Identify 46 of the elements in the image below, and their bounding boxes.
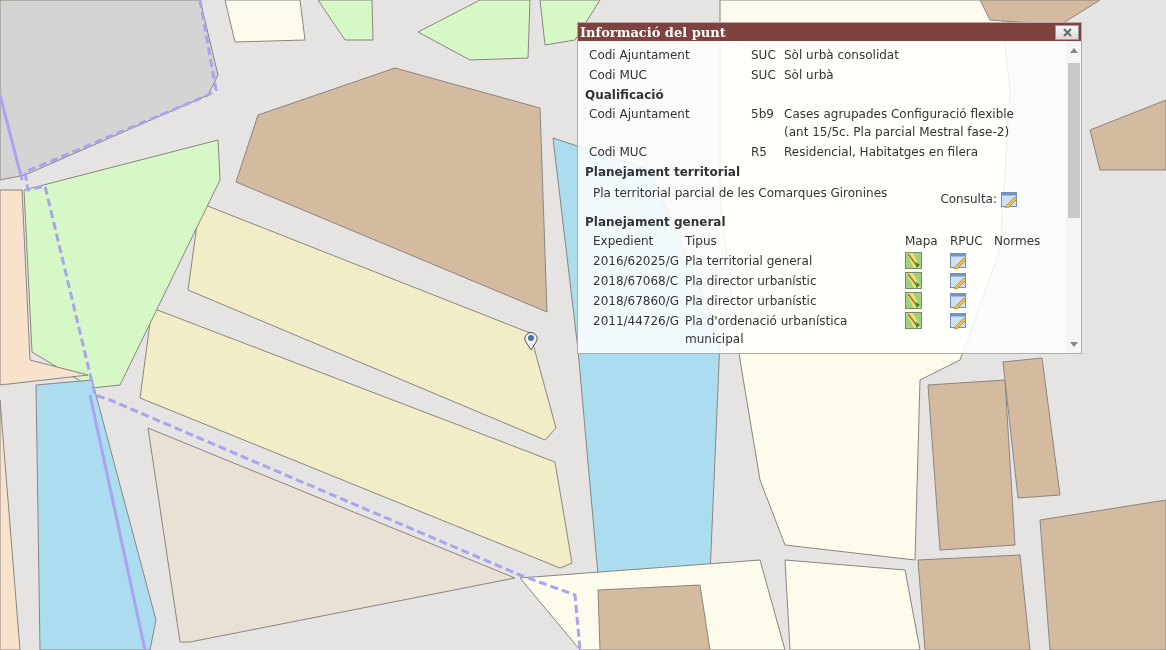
table-cell-text: 2011/44726/G [593, 313, 681, 330]
column-header: Mapa [905, 233, 939, 250]
table-cell-text: Pla d'ordenació urbanística municipal [685, 313, 849, 348]
field-code: SUC [751, 67, 777, 84]
document-edit-icon[interactable] [950, 292, 967, 309]
field-label: Codi MUC [589, 67, 648, 84]
section-heading: Planejament general [585, 214, 727, 231]
map-icon[interactable] [905, 272, 922, 289]
document-edit-icon[interactable] [950, 252, 967, 269]
table-cell-text: Pla director urbanístic [685, 293, 818, 310]
map-icon[interactable] [905, 252, 922, 269]
field-description: Sòl urbà consolidat [784, 47, 900, 64]
map-icon[interactable] [905, 312, 922, 329]
field-label: Codi Ajuntament [589, 106, 691, 123]
field-code: SUC [751, 47, 777, 64]
field-label: Codi Ajuntament [589, 47, 691, 64]
table-cell-text: 2018/67860/G [593, 293, 681, 310]
scroll-down-icon[interactable] [1069, 342, 1078, 347]
field-code: 5b9 [751, 106, 775, 123]
column-header: RPUC [950, 233, 984, 250]
table-cell-text: Pla director urbanístic [685, 273, 818, 290]
close-button[interactable] [1055, 24, 1079, 40]
document-edit-icon[interactable] [950, 272, 967, 289]
scrollbar[interactable] [1066, 41, 1081, 353]
plan-name: Pla territorial parcial de les Comarques Gironines [593, 185, 888, 202]
field-description: Cases agrupades Configuració flexible (ant 15/5c. Pla parcial Mestral fase-2) [784, 106, 1015, 141]
field-label: Codi MUC [589, 144, 648, 161]
column-header: Normes [994, 233, 1042, 250]
document-edit-icon[interactable] [1001, 190, 1018, 208]
section-heading: Planejament territorial [585, 164, 742, 181]
popup-title: Informació del punt [580, 24, 726, 40]
consult-label: Consulta: [940, 191, 997, 208]
column-header: Expedient [593, 233, 655, 250]
section-heading: Qualificació [585, 87, 665, 104]
table-cell-text: 2016/62025/G [593, 253, 681, 270]
column-header: Tipus [685, 233, 718, 250]
map-marker-icon[interactable] [524, 331, 538, 351]
field-description: Sòl urbà [784, 67, 835, 84]
table-cell-text: Pla territorial general [685, 253, 814, 270]
table-cell-text: 2018/67068/C [593, 273, 680, 290]
field-code: R5 [751, 144, 768, 161]
map-icon[interactable] [905, 292, 922, 309]
scroll-up-icon[interactable] [1069, 48, 1078, 53]
document-edit-icon[interactable] [950, 312, 967, 329]
close-icon [1062, 27, 1072, 37]
field-description: Residencial, Habitatges en filera [784, 144, 980, 161]
